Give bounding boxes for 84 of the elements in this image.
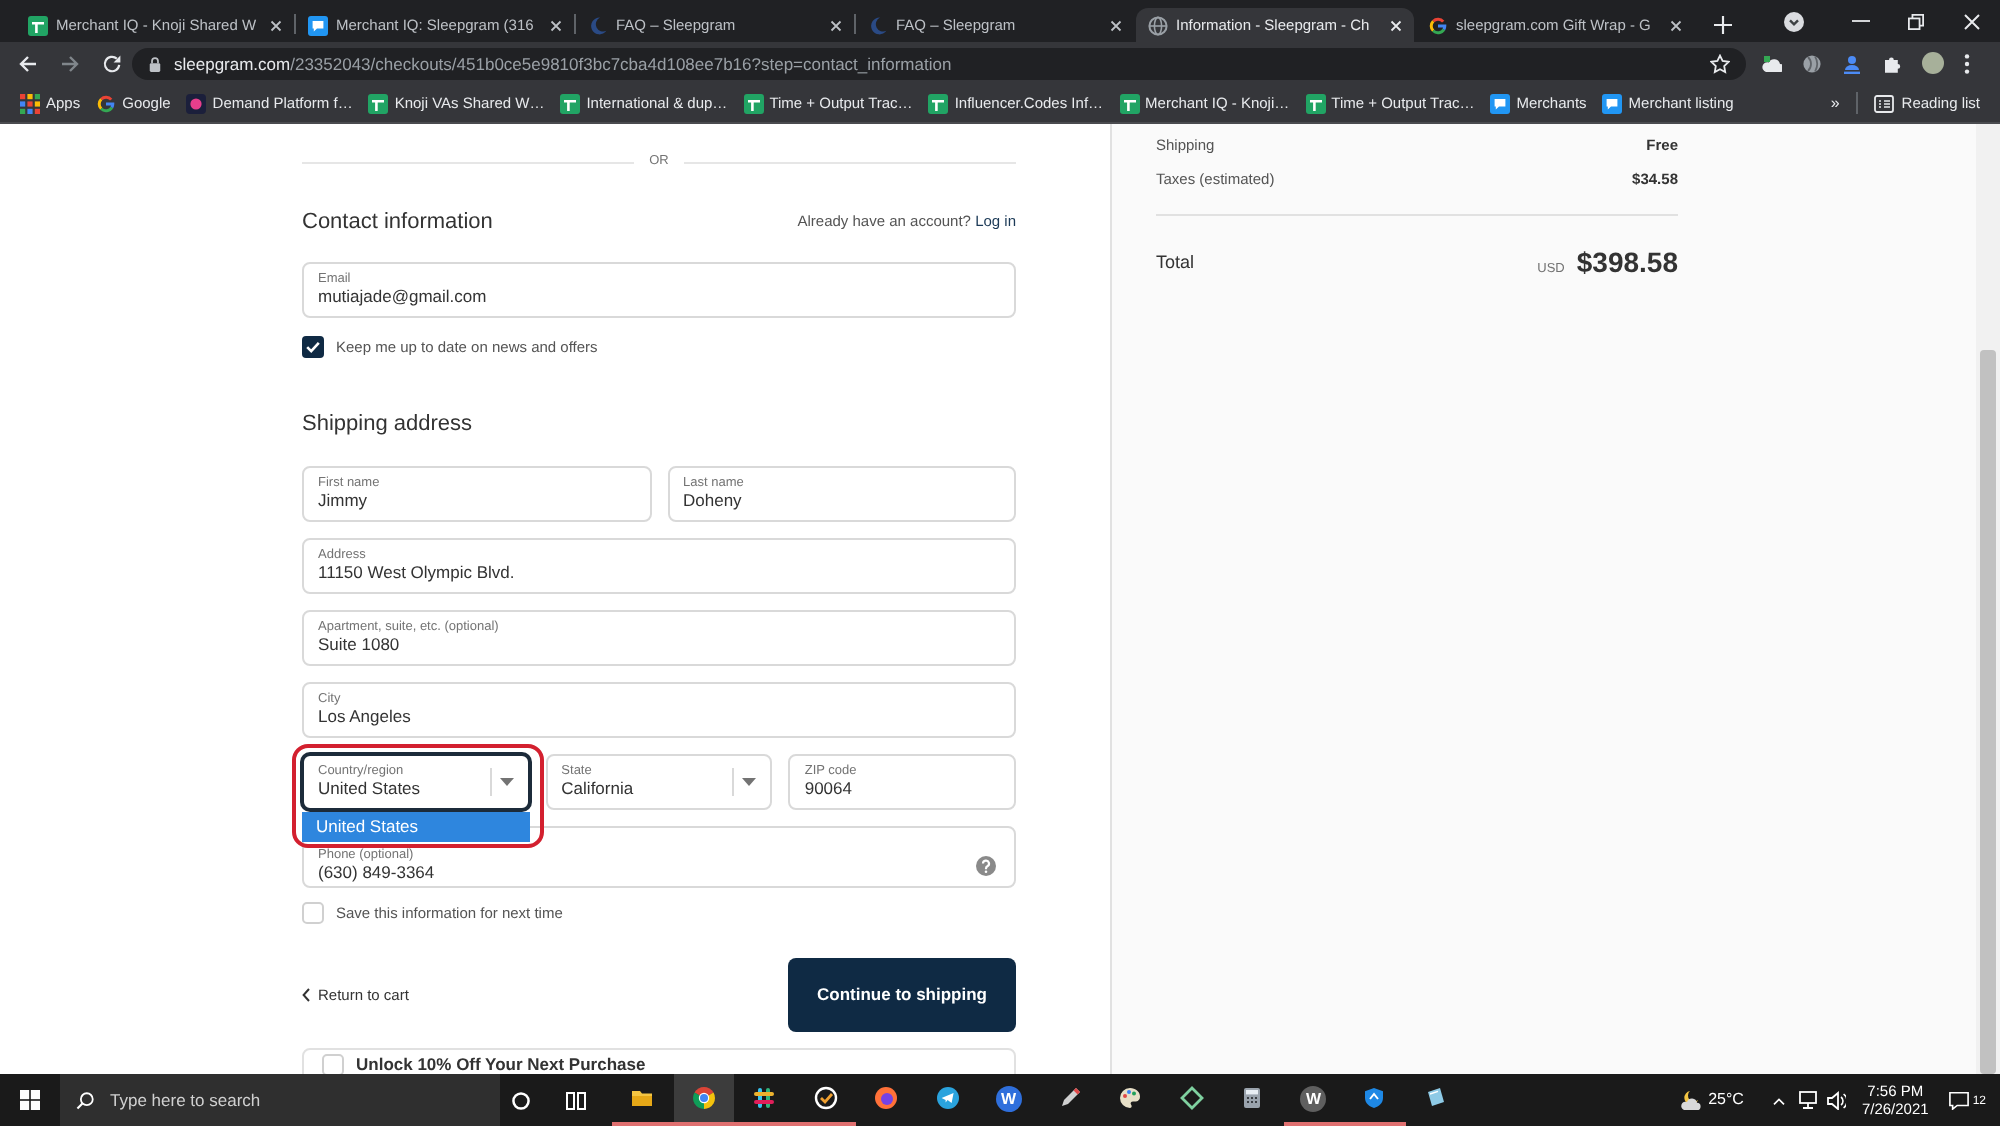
moon-icon	[588, 15, 608, 35]
diamond-icon	[1179, 1086, 1204, 1110]
reload-icon[interactable]	[102, 53, 122, 73]
spreadsheet-icon	[28, 15, 48, 35]
notebook-icon	[1423, 1086, 1448, 1110]
task-view-icon[interactable]	[566, 1091, 586, 1109]
continue-button[interactable]: Continue to shipping	[788, 958, 1016, 1032]
close-icon[interactable]	[1110, 19, 1122, 31]
spreadsheet-icon	[743, 93, 764, 113]
checkbox[interactable]	[302, 336, 324, 358]
offer-label: Unlock 10% Off Your Next Purchase	[356, 1054, 646, 1074]
spreadsheet-icon	[560, 93, 581, 113]
caret-icon	[499, 778, 514, 786]
network-icon[interactable]	[1797, 1090, 1818, 1110]
chat-bubble-icon	[1490, 93, 1511, 113]
section-heading: Shipping address	[302, 412, 475, 436]
caret-icon	[742, 778, 757, 786]
shield-icon	[1362, 1086, 1387, 1110]
close-icon[interactable]	[550, 19, 562, 31]
spreadsheet-icon	[1119, 93, 1140, 113]
avatar-icon[interactable]	[1922, 52, 1944, 74]
volume-icon[interactable]	[1825, 1090, 1846, 1110]
close-icon[interactable]	[1670, 19, 1682, 31]
back-icon[interactable]	[18, 53, 38, 73]
moon-icon	[868, 15, 888, 35]
chevron-circle-icon[interactable]	[1784, 11, 1804, 31]
start-icon[interactable]	[20, 1090, 40, 1110]
total-amount: $398.58	[1576, 245, 1678, 279]
orb-icon	[874, 1086, 899, 1110]
address-bar[interactable]: sleepgram.com/23352043/checkouts/451b0ce5e9810f3bc7cba4d108ee7b16?step=contact_information	[132, 47, 1746, 79]
puzzle-icon[interactable]	[1882, 53, 1902, 73]
bookmarks-overflow-button[interactable]: »	[1830, 94, 1840, 112]
restore-icon[interactable]	[1908, 13, 1924, 29]
palette-icon	[1118, 1086, 1143, 1110]
checkbox[interactable]	[302, 902, 324, 924]
ring-logo-icon	[1428, 15, 1448, 35]
taskbar-button[interactable]: W	[1283, 1074, 1344, 1126]
star-icon[interactable]	[1710, 53, 1730, 73]
letter-logo-icon: W	[995, 1085, 1022, 1111]
ring-logo-icon	[96, 93, 117, 113]
close-icon[interactable]	[270, 19, 282, 31]
chat-bubble-icon	[308, 15, 328, 35]
letter-logo-icon: W	[1300, 1085, 1327, 1111]
close-icon[interactable]	[830, 19, 842, 31]
chevron-left-icon	[302, 988, 310, 1002]
chevron-up-icon[interactable]	[1771, 1095, 1786, 1105]
search-icon	[76, 1091, 94, 1109]
hash-icon	[752, 1086, 777, 1110]
striped-ball-icon[interactable]	[1802, 53, 1822, 73]
pen-icon	[1057, 1086, 1082, 1110]
folder-icon	[630, 1086, 655, 1110]
paper-plane-icon	[935, 1086, 960, 1110]
minimize-icon[interactable]	[1851, 20, 1869, 22]
url-text: sleepgram.com/23352043/checkouts/451b0ce5e9810f3bc7cba4d108ee7b16?step=contact_information	[174, 53, 952, 73]
temperature-text: 25°C	[1708, 1090, 1744, 1110]
segmented-circle-icon	[691, 1086, 716, 1110]
lock-icon	[148, 55, 162, 71]
section-heading: Contact information	[302, 210, 493, 234]
person-icon[interactable]	[1842, 53, 1862, 73]
square-logo-icon	[186, 93, 207, 113]
scrollbar-thumb[interactable]	[1980, 350, 1996, 1074]
cloud-icon[interactable]	[1762, 53, 1782, 73]
total-label: Total	[1156, 251, 1195, 273]
spreadsheet-icon	[928, 93, 949, 113]
help-icon[interactable]	[976, 856, 996, 876]
forward-icon[interactable]	[60, 53, 80, 73]
plus-icon[interactable]	[1714, 16, 1732, 34]
taskbar-button[interactable]	[673, 1074, 734, 1126]
globe-icon	[1148, 15, 1168, 35]
chat-bubble-icon	[1602, 93, 1623, 113]
calculator-icon	[1240, 1086, 1265, 1110]
circle-icon[interactable]	[511, 1091, 529, 1109]
menu-icon[interactable]	[1964, 53, 1970, 73]
reading-list-icon	[1873, 93, 1894, 113]
taskbar-button[interactable]: W	[978, 1074, 1039, 1126]
spreadsheet-icon	[368, 93, 389, 113]
dropdown-option[interactable]: United States	[302, 812, 530, 842]
grid-icon	[20, 93, 40, 113]
message-icon[interactable]	[1948, 1090, 1971, 1110]
search-field[interactable]: Type here to search	[60, 1074, 500, 1126]
check-circle-icon	[813, 1086, 838, 1110]
weather-icon	[1678, 1088, 1703, 1112]
checkbox[interactable]	[322, 1054, 344, 1074]
spreadsheet-icon	[1305, 93, 1326, 113]
